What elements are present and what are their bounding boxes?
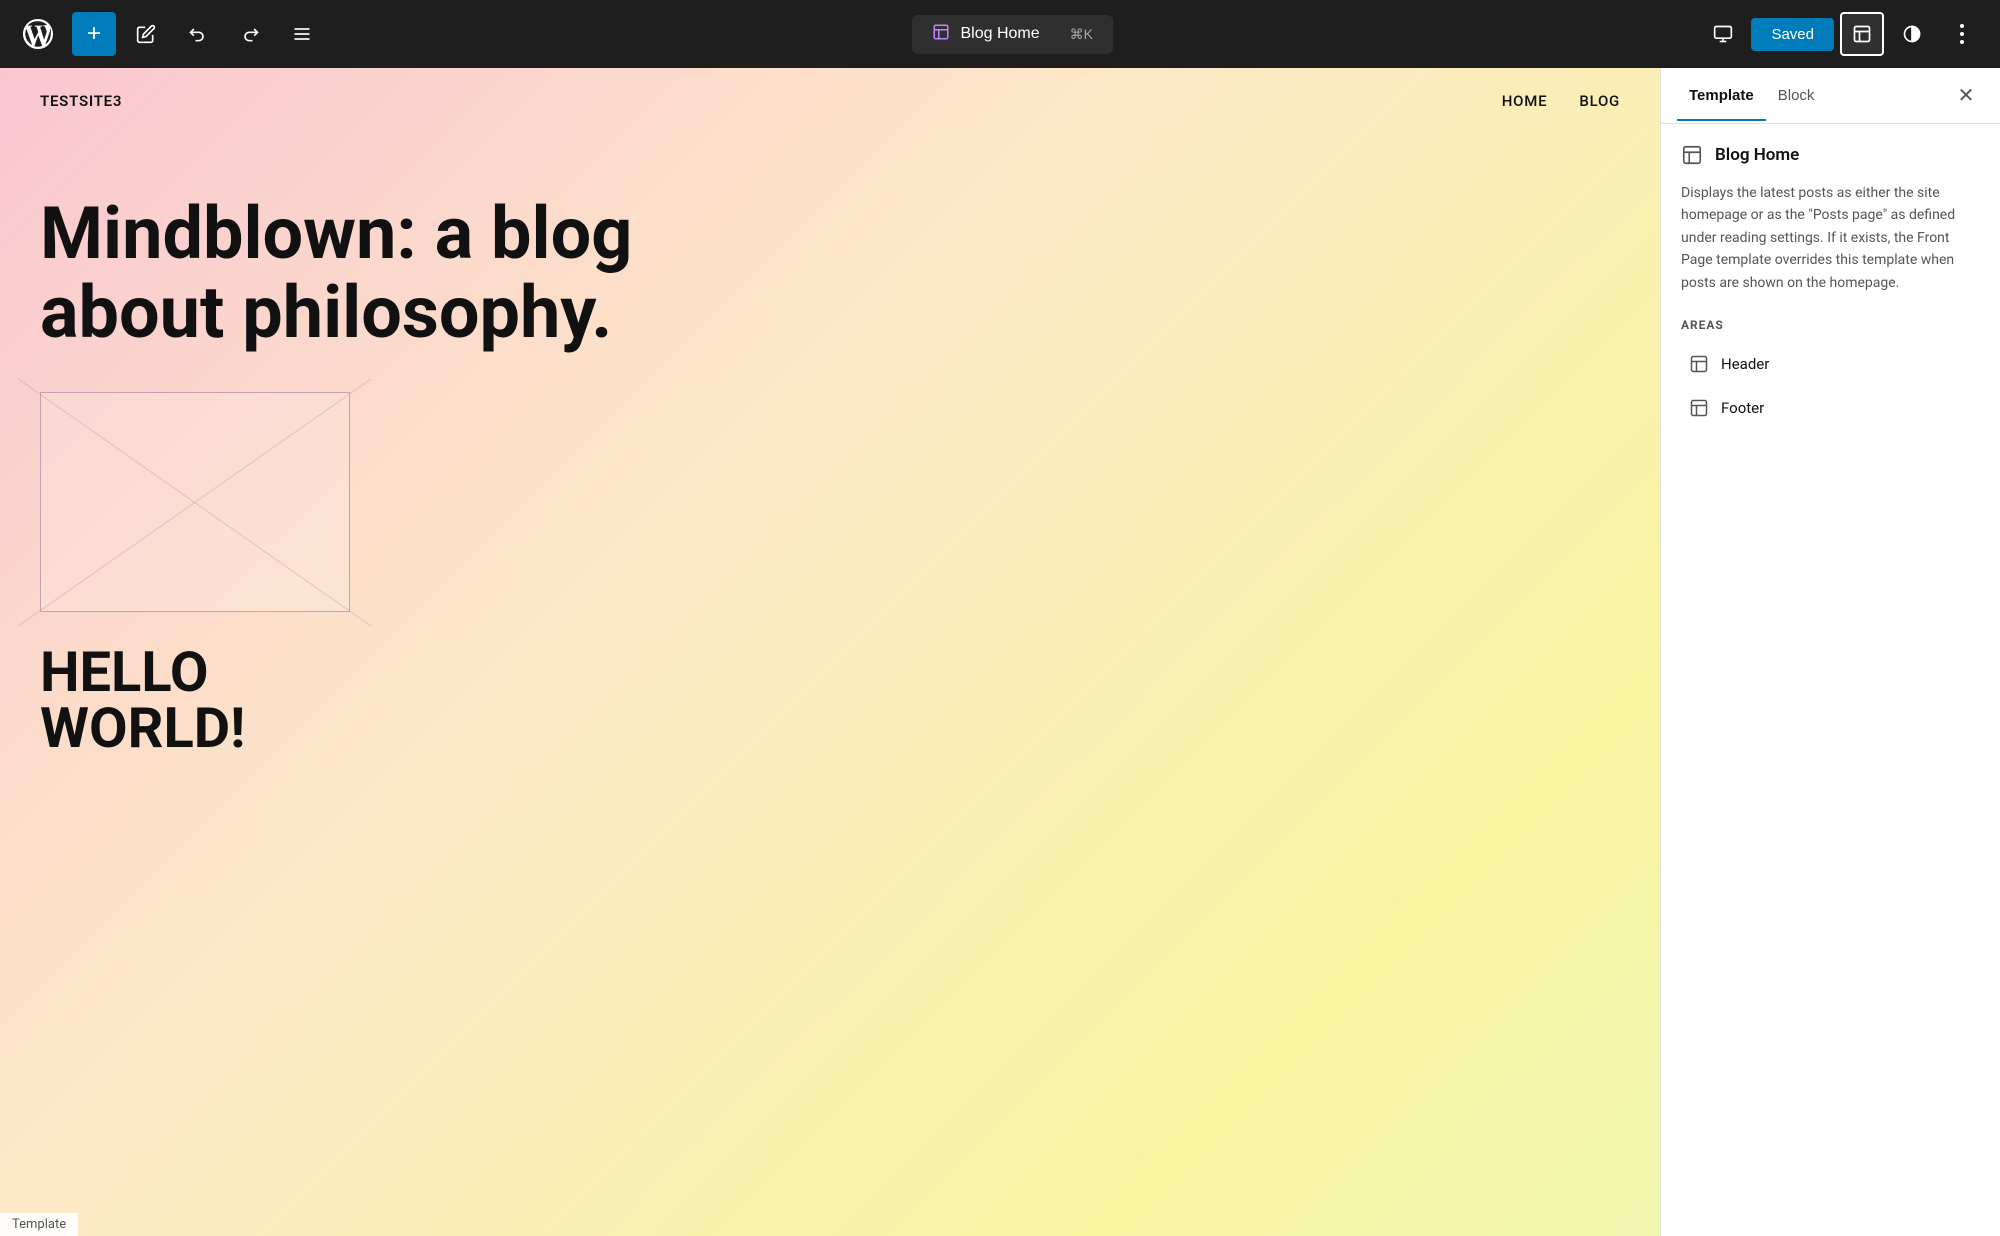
panel-tabs: Template Block ✕: [1661, 68, 2000, 124]
template-header: Blog Home: [1681, 144, 1980, 166]
right-panel: Template Block ✕ Blog Home Displays the …: [1660, 68, 2000, 1236]
panel-content: Blog Home Displays the latest posts as e…: [1661, 124, 2000, 1236]
styles-button[interactable]: [1890, 12, 1934, 56]
tab-template[interactable]: Template: [1677, 71, 1766, 120]
blog-home-button[interactable]: Blog Home ⌘K: [912, 15, 1113, 54]
header-area-icon: [1689, 354, 1709, 374]
header-area-label: Header: [1721, 355, 1769, 373]
keyboard-shortcut: ⌘K: [1070, 26, 1093, 43]
site-name: TESTSITE3: [40, 92, 122, 110]
area-item-footer[interactable]: Footer: [1681, 388, 1980, 428]
footer-area-icon: [1689, 398, 1709, 418]
blog-home-label: Blog Home: [960, 25, 1039, 43]
edit-button[interactable]: [124, 12, 168, 56]
tab-block[interactable]: Block: [1766, 71, 1827, 120]
area-item-header[interactable]: Header: [1681, 344, 1980, 384]
nav-home[interactable]: HOME: [1502, 92, 1548, 110]
undo-button[interactable]: [176, 12, 220, 56]
nav-links: HOME BLOG: [1502, 92, 1620, 110]
hello-world-heading: HELLOWORLD!: [40, 644, 1620, 756]
template-icon: [932, 23, 950, 46]
canvas-content: Mindblown: a blog about philosophy. HELL…: [0, 134, 1660, 796]
nav-blog[interactable]: BLOG: [1579, 92, 1620, 110]
template-description: Displays the latest posts as either the …: [1681, 182, 1980, 294]
areas-label: AREAS: [1681, 318, 1980, 332]
footer-area-label: Footer: [1721, 399, 1764, 417]
canvas[interactable]: TESTSITE3 HOME BLOG Mindblown: a blog ab…: [0, 68, 1660, 1236]
template-type-icon: [1681, 144, 1703, 166]
toolbar: +: [0, 0, 2000, 68]
toolbar-right: Saved: [1701, 12, 1984, 56]
document-title-area: Blog Home ⌘K: [332, 15, 1693, 54]
bottom-template-label: Template: [0, 1213, 78, 1236]
add-block-button[interactable]: +: [72, 12, 116, 56]
placeholder-image: [40, 392, 350, 612]
more-options-button[interactable]: [1940, 12, 1984, 56]
blog-tagline: Mindblown: a blog about philosophy.: [40, 194, 740, 352]
saved-button[interactable]: Saved: [1751, 18, 1834, 51]
template-title: Blog Home: [1715, 145, 1799, 165]
document-overview-button[interactable]: [280, 12, 324, 56]
panel-close-button[interactable]: ✕: [1948, 78, 1984, 114]
redo-button[interactable]: [228, 12, 272, 56]
wordpress-logo[interactable]: [16, 12, 60, 56]
main-area: TESTSITE3 HOME BLOG Mindblown: a blog ab…: [0, 68, 2000, 1236]
canvas-header: TESTSITE3 HOME BLOG: [0, 68, 1660, 134]
view-mode-button[interactable]: [1701, 12, 1745, 56]
layout-button[interactable]: [1840, 12, 1884, 56]
